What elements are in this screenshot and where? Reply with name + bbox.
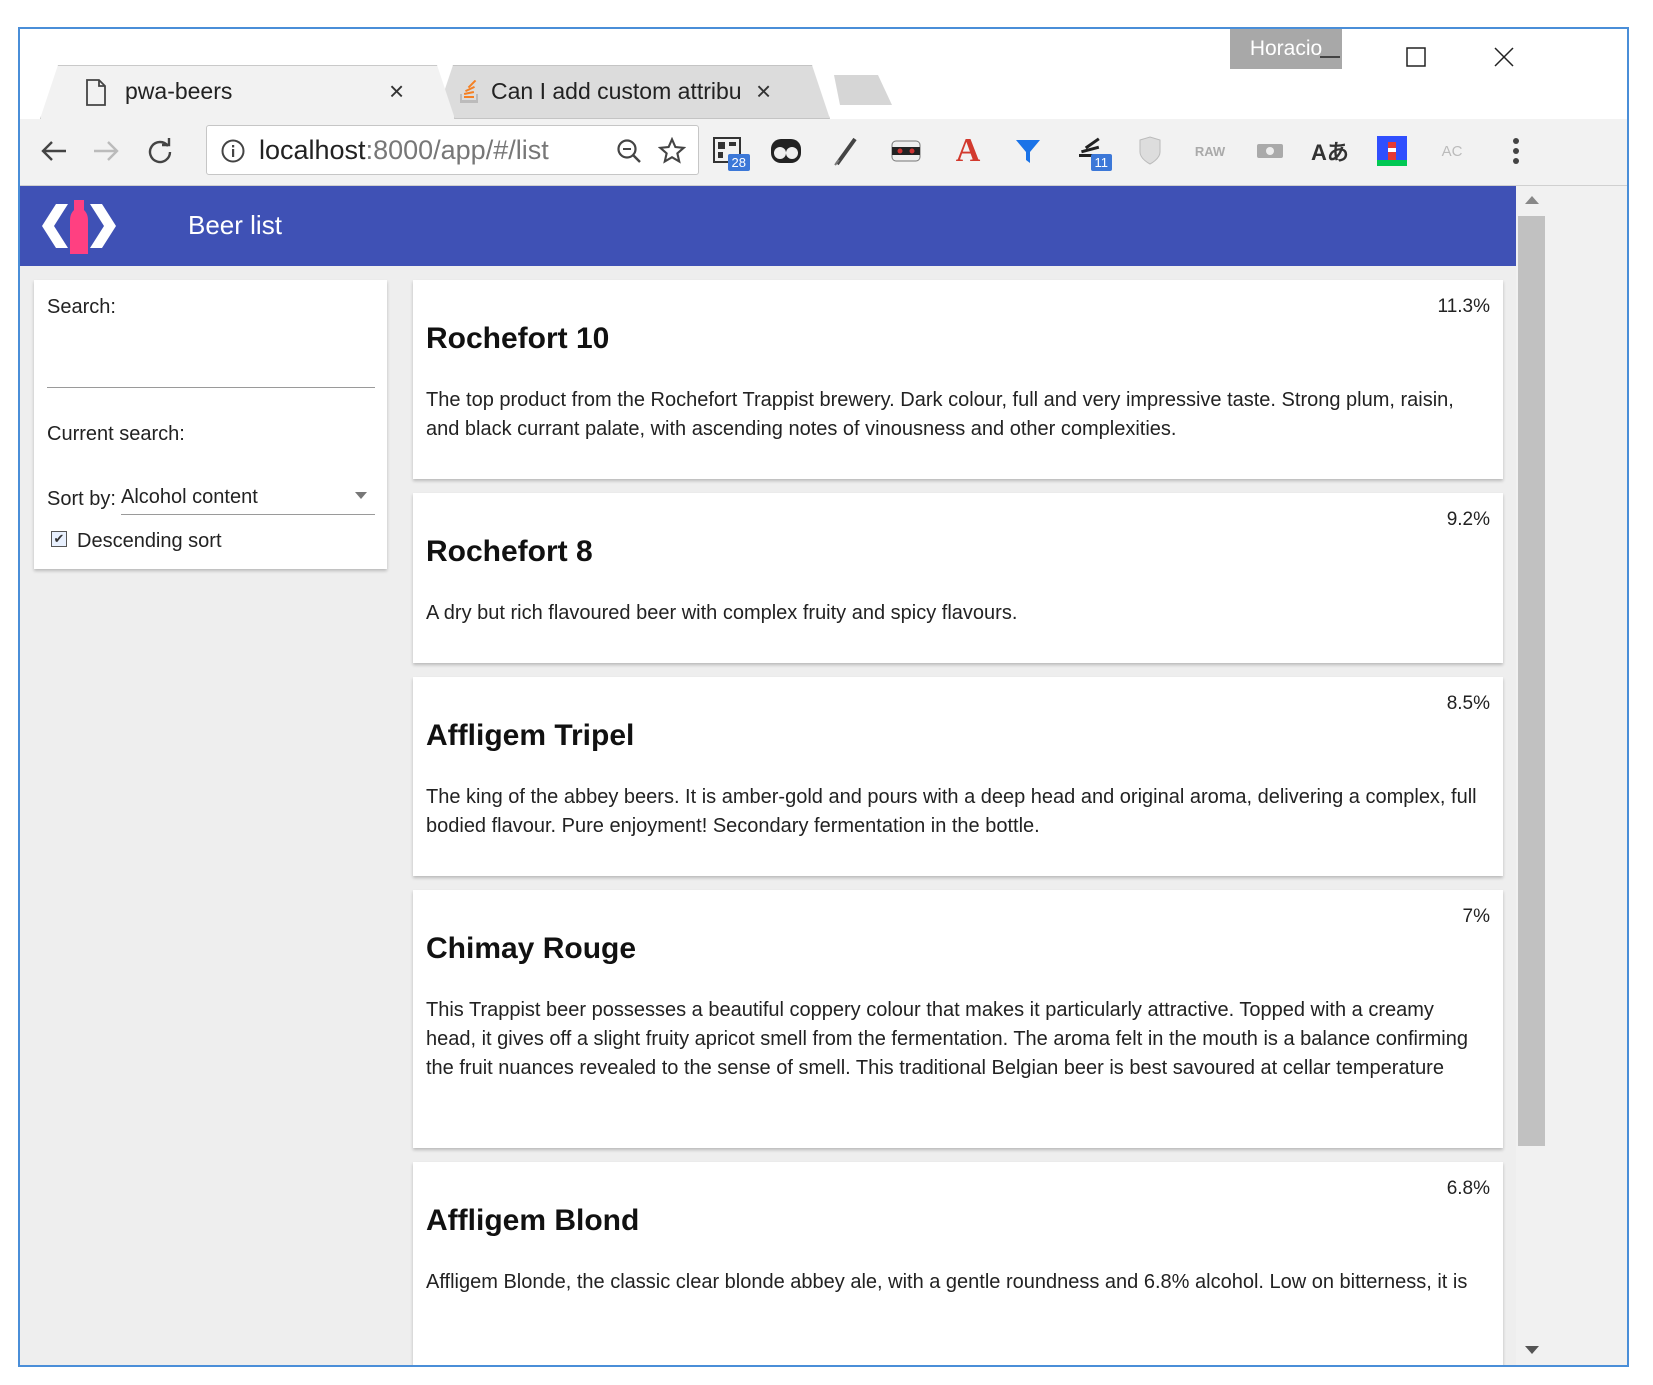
page-viewport: Beer list Search: Current search: Sort b… xyxy=(20,186,1516,1365)
sort-label: Sort by: xyxy=(47,488,116,510)
scroll-up-icon[interactable] xyxy=(1525,196,1539,204)
alcohol-content: 11.3% xyxy=(1437,296,1490,317)
tab-pwa-beers[interactable]: pwa-beers × xyxy=(40,65,455,119)
dropdown-arrow-icon xyxy=(355,492,367,499)
beer-card[interactable]: 7% Chimay Rouge This Trappist beer posse… xyxy=(413,890,1503,1148)
close-icon[interactable]: × xyxy=(389,76,404,107)
sort-select[interactable]: Alcohol content xyxy=(121,480,375,515)
ac-icon[interactable]: AC xyxy=(1432,131,1472,171)
zoom-icon[interactable] xyxy=(616,138,642,169)
page-icon xyxy=(85,79,107,111)
close-icon[interactable]: × xyxy=(756,76,771,107)
beer-description: This Trappist beer possesses a beautiful… xyxy=(426,999,1468,1079)
mask-icon[interactable] xyxy=(886,131,926,171)
title-bar: Can I add custom attribu × pwa-beers × H… xyxy=(20,29,1627,119)
info-icon[interactable] xyxy=(221,139,245,168)
search-underline xyxy=(47,387,375,388)
stackoverflow-icon xyxy=(458,80,482,111)
forward-button[interactable] xyxy=(86,131,126,171)
beer-card[interactable]: 6.8% Affligem Blond Affligem Blonde, the… xyxy=(413,1162,1503,1365)
beer-name[interactable]: Rochefort 8 xyxy=(426,535,593,569)
scrollbar-thumb[interactable] xyxy=(1518,216,1545,1146)
beer-name[interactable]: Chimay Rouge xyxy=(426,932,636,966)
qr-icon[interactable]: 28 xyxy=(708,131,750,171)
beer-card[interactable]: 9.2% Rochefort 8 A dry but rich flavoure… xyxy=(413,493,1503,663)
beer-card[interactable]: 8.5% Affligem Tripel The king of the abb… xyxy=(413,677,1503,876)
new-tab-button[interactable] xyxy=(826,75,892,105)
search-label: Search: xyxy=(47,296,116,318)
browser-toolbar: localhost:8000/app/#/list 28 A 11 RAW Aあ… xyxy=(20,119,1627,186)
star-icon[interactable] xyxy=(657,136,687,170)
back-button[interactable] xyxy=(34,131,74,171)
reload-icon xyxy=(148,138,172,164)
beer-description: Affligem Blonde, the classic clear blond… xyxy=(426,1271,1468,1293)
descending-checkbox[interactable]: ✔ xyxy=(51,531,67,547)
beer-description: The king of the abbey beers. It is amber… xyxy=(426,786,1477,837)
close-window-button[interactable] xyxy=(1481,37,1527,77)
arrow-right-icon xyxy=(94,141,119,161)
alcohol-content: 6.8% xyxy=(1446,1178,1490,1199)
browser-window: Can I add custom attribu × pwa-beers × H… xyxy=(18,27,1629,1367)
maximize-button[interactable] xyxy=(1393,37,1439,77)
beer-name[interactable]: Affligem Blond xyxy=(426,1204,639,1238)
arrow-left-icon xyxy=(41,141,66,161)
alcohol-content: 8.5% xyxy=(1446,693,1490,714)
stackexchange-icon[interactable]: 11 xyxy=(1070,131,1112,171)
alcohol-content: 7% xyxy=(1462,906,1490,927)
search-input[interactable] xyxy=(47,344,375,378)
beer-description: The top product from the Rochefort Trapp… xyxy=(426,389,1454,440)
filter-panel: Search: Current search: Sort by: Alcohol… xyxy=(34,280,387,569)
address-bar[interactable]: localhost:8000/app/#/list xyxy=(206,125,699,175)
current-search-label: Current search: xyxy=(47,423,185,445)
lighthouse-icon[interactable] xyxy=(1372,131,1412,171)
beer-name[interactable]: Affligem Tripel xyxy=(426,719,634,753)
tab-title: pwa-beers xyxy=(125,78,233,104)
pen-icon[interactable] xyxy=(826,131,866,171)
url-text[interactable]: localhost:8000/app/#/list xyxy=(259,135,549,166)
tab-title: Can I add custom attribu xyxy=(491,78,741,104)
app-bar: Beer list xyxy=(20,186,1516,266)
camera-icon[interactable] xyxy=(1250,131,1290,171)
alcohol-content: 9.2% xyxy=(1446,509,1490,530)
translate-icon[interactable]: Aあ xyxy=(1310,131,1350,171)
beer-description: A dry but rich flavoured beer with compl… xyxy=(426,602,1018,624)
funnel-icon[interactable] xyxy=(1008,131,1048,171)
shield-icon[interactable] xyxy=(1130,131,1170,171)
vertical-scrollbar[interactable] xyxy=(1516,186,1548,1365)
ghostery-icon[interactable] xyxy=(766,131,806,171)
reload-button[interactable] xyxy=(140,131,180,171)
tab-stackoverflow[interactable]: Can I add custom attribu × xyxy=(435,65,830,119)
beer-card[interactable]: 11.3% Rochefort 10 The top product from … xyxy=(413,280,1503,479)
page-title: Beer list xyxy=(188,210,282,240)
font-a-icon[interactable]: A xyxy=(948,131,988,171)
descending-label[interactable]: Descending sort xyxy=(77,530,222,553)
scroll-down-icon[interactable] xyxy=(1525,1346,1539,1354)
app-logo-icon xyxy=(40,196,118,261)
sort-value: Alcohol content xyxy=(121,486,258,508)
beer-name[interactable]: Rochefort 10 xyxy=(426,322,609,356)
minimize-button[interactable] xyxy=(1307,37,1353,77)
raw-icon[interactable]: RAW xyxy=(1190,131,1230,171)
menu-icon[interactable] xyxy=(1496,131,1536,171)
